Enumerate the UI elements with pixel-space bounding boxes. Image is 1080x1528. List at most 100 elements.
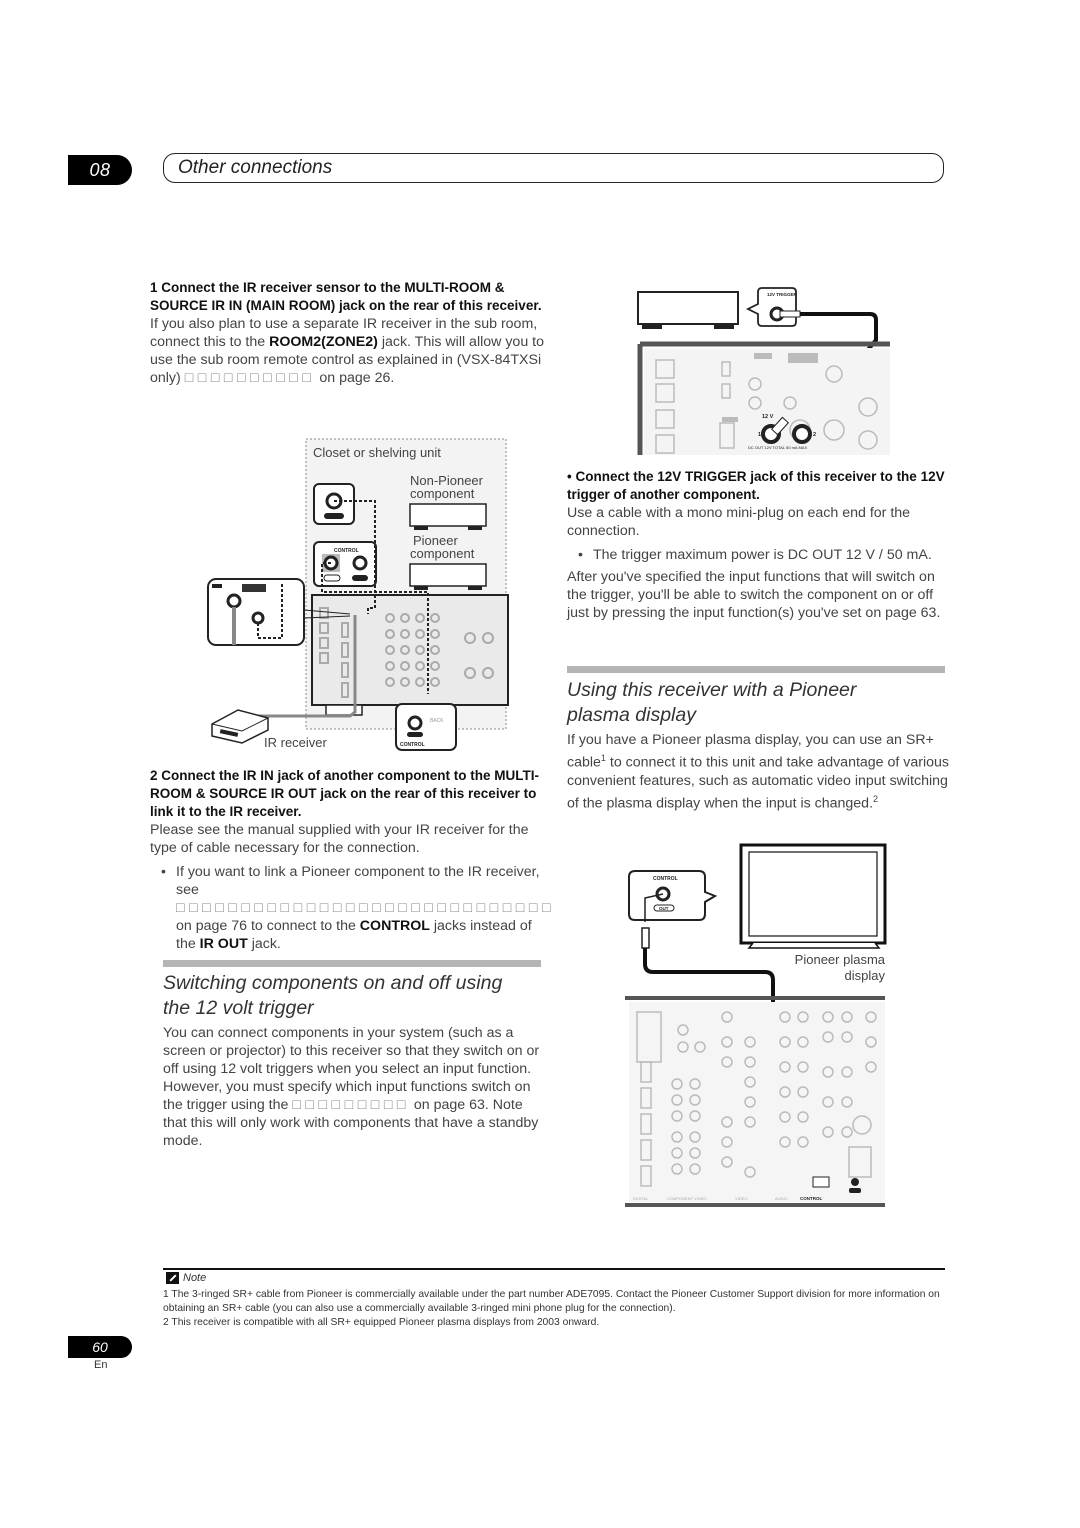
- trigger-section-title-2: the 12 volt trigger: [163, 997, 314, 1019]
- foot: [414, 586, 428, 590]
- ir-out-jack: [251, 611, 265, 625]
- section-divider-bar: [567, 666, 945, 673]
- step1-body-text3: on page 26.: [315, 370, 395, 386]
- trigger-jack-2: [792, 424, 812, 444]
- cross-reference-link[interactable]: □□□□□□□□□: [292, 1097, 410, 1113]
- jack-1-label: 1: [758, 432, 761, 438]
- footnote-1: 1 The 3-ringed SR+ cable from Pioneer is…: [163, 1289, 940, 1314]
- back-label: BACK: [430, 718, 444, 724]
- ir-receiver-connection-diagram: Closet or shelving unit Non-Pioneer comp…: [207, 438, 509, 751]
- control-out-jack: [352, 555, 368, 571]
- trigger-max-power-bullet: The trigger maximum power is DC OUT 12 V…: [567, 546, 952, 564]
- plasma-section-title-2: plasma display: [567, 704, 696, 726]
- closet-label: Closet or shelving unit: [313, 445, 441, 460]
- foot: [468, 586, 482, 590]
- plasma-label-1: Pioneer plasma: [795, 952, 886, 967]
- plasma-display-connection-diagram: Pioneer plasma display CONTROL OUT CONTR…: [625, 843, 887, 1207]
- rear-in-badge: [849, 1188, 861, 1193]
- plasma-label-2: display: [845, 968, 886, 983]
- video-label: VIDEO: [735, 1196, 747, 1201]
- page-language: En: [94, 1359, 108, 1371]
- mini-plug-bottom: [812, 1176, 830, 1188]
- rear-control-label: CONTROL: [400, 742, 425, 748]
- trigger-step-body: Use a cable with a mono mini-plug on eac…: [567, 505, 911, 539]
- chapter-title: Other connections: [178, 157, 333, 178]
- step1-block: 1 Connect the IR receiver sensor to the …: [150, 279, 545, 387]
- footnote-2: 2 This receiver is compatible with all S…: [163, 1317, 600, 1328]
- step2-heading: 2 Connect the IR IN jack of another comp…: [150, 768, 540, 819]
- jack-2-label: 2: [813, 432, 816, 438]
- receiver-foot: [325, 704, 363, 716]
- foot: [468, 526, 482, 530]
- audio-label: AUDIO: [775, 1196, 788, 1201]
- ir-tag: [212, 584, 222, 588]
- step2-bullet: If you want to link a Pioneer component …: [150, 863, 551, 953]
- ir-in1-jack: [226, 593, 242, 609]
- component-video-label: COMPONENT VIDEO: [667, 1196, 707, 1201]
- rear-control-out-badge: [407, 732, 423, 737]
- 12v-trigger-connection-diagram: 12V TRIGGER 12 V 1 2 DC OUT 12V TOTAL 50…: [637, 287, 890, 455]
- bullet-text2: on page 76 to connect to the: [176, 918, 360, 934]
- chapter-number-tab: 08: [68, 155, 132, 185]
- plasma-screen: [748, 851, 878, 937]
- footnote-ref-2[interactable]: 2: [873, 794, 878, 804]
- control-jack-term: CONTROL: [359, 918, 430, 934]
- step1-heading: 1 Connect the IR receiver sensor to the …: [150, 280, 542, 313]
- page-number-tab: 60: [68, 1336, 132, 1358]
- mini-plug: [779, 310, 801, 318]
- plasma-stand: [747, 942, 881, 949]
- control-out-badge: [352, 575, 368, 581]
- note-label: Note: [183, 1272, 207, 1284]
- bullet-text: If you want to link a Pioneer component …: [176, 864, 540, 898]
- trigger-step-block: • Connect the 12V TRIGGER jack of this r…: [567, 468, 952, 622]
- bullet-text4: jack.: [247, 936, 281, 952]
- step2-block: 2 Connect the IR IN jack of another comp…: [150, 767, 551, 953]
- rear-control-out-jack: [407, 715, 423, 731]
- trigger-after-text: After you've specified the input functio…: [567, 569, 941, 621]
- foot: [414, 526, 428, 530]
- trigger-section: Switching components on and off using th…: [163, 971, 548, 1150]
- note-heading: Note: [166, 1272, 206, 1284]
- ir-in-badge: [324, 513, 344, 519]
- dc-out-label: DC OUT 12V TOTAL 50 mA MAX: [748, 445, 807, 450]
- multiroom-tag: [788, 353, 818, 363]
- plasma-out-label: OUT: [659, 906, 669, 911]
- control-in-badge: [323, 574, 341, 582]
- non-pioneer-label-2: component: [410, 486, 475, 501]
- trigger-target-component: [637, 291, 739, 325]
- cross-reference-link[interactable]: □□□□□□□□□□: [185, 370, 316, 386]
- footnote-rule: [163, 1268, 945, 1270]
- control-label: CONTROL: [334, 548, 359, 554]
- multiroom-tag: [242, 584, 266, 592]
- digital-label: DIGITAL: [633, 1196, 649, 1201]
- cross-reference-link[interactable]: □□□□□□□□□□□□□□□□□□□□□□□□□□□□□: [176, 900, 555, 916]
- foot: [714, 324, 734, 329]
- trigger-jack-label: 12V TRIGGER: [767, 292, 798, 297]
- trigger-section-body: You can connect components in your syste…: [163, 1024, 548, 1150]
- hdmi-tag: [722, 417, 738, 422]
- plasma-control-label: CONTROL: [653, 876, 678, 882]
- room2-zone2-label: ROOM2(ZONE2): [269, 334, 378, 350]
- pioneer-label-2: component: [410, 546, 475, 561]
- chapter-number: 08: [89, 159, 111, 180]
- plasma-body-text2: to connect it to this unit and take adva…: [567, 754, 950, 812]
- rear-control-in-jack: [851, 1178, 859, 1186]
- step2-body: Please see the manual supplied with your…: [150, 822, 529, 856]
- page-number: 60: [92, 1339, 108, 1355]
- mini-plug-top: [641, 927, 650, 949]
- step1-body: If you also plan to use a separate IR re…: [150, 315, 545, 387]
- non-pioneer-component: [409, 503, 487, 527]
- plasma-section-body: If you have a Pioneer plasma display, yo…: [567, 731, 952, 812]
- 12v-jack-label: 12 V: [762, 414, 774, 420]
- section-divider-bar: [163, 960, 541, 967]
- pencil-note-icon: [166, 1272, 179, 1284]
- ir-out-term: IR OUT: [199, 936, 248, 952]
- ir-receiver-label: IR receiver: [264, 735, 328, 750]
- trigger-section-title-1: Switching components on and off using: [163, 972, 503, 994]
- plasma-section: Using this receiver with a Pioneer plasm…: [567, 678, 952, 812]
- ir-tag: [754, 353, 772, 359]
- plasma-section-title-1: Using this receiver with a Pioneer: [567, 679, 857, 701]
- rear-control-label: CONTROL: [800, 1196, 822, 1201]
- trigger-step-heading: • Connect the 12V TRIGGER jack of this r…: [567, 469, 945, 502]
- pioneer-component: [409, 563, 487, 587]
